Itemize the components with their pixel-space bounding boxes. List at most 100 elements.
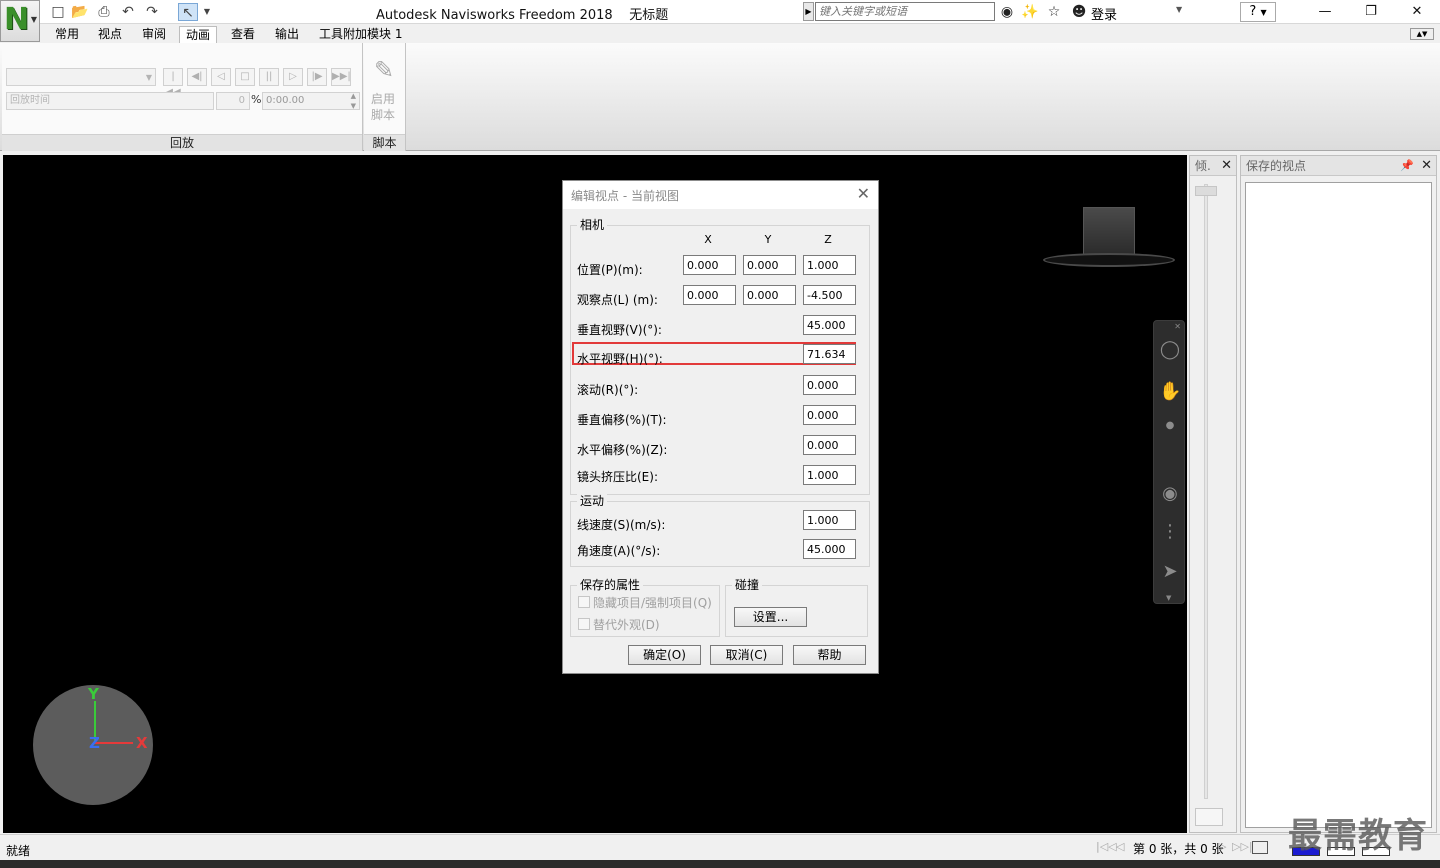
tab-output[interactable]: 输出 — [269, 26, 305, 43]
play-reverse-icon[interactable]: ◁ — [211, 68, 231, 86]
steering-wheel-icon[interactable]: ◯ — [1159, 339, 1181, 361]
tilt-slider-thumb[interactable] — [1195, 186, 1217, 196]
script-scroll-icon[interactable]: ✎ — [370, 55, 398, 85]
horizontal-offset-field[interactable] — [803, 435, 856, 455]
collision-settings-button[interactable]: 设置... — [734, 607, 807, 627]
look-at-z-field[interactable] — [803, 285, 856, 305]
rewind-icon[interactable]: |◀◀ — [163, 68, 183, 98]
open-file-icon[interactable]: 📂 — [70, 3, 90, 21]
linear-speed-field[interactable] — [803, 510, 856, 530]
position-label: 位置(P)(m): — [577, 263, 643, 277]
pause-icon[interactable]: || — [259, 68, 279, 86]
help-dropdown-icon: ▼ — [1260, 8, 1267, 17]
position-y-field[interactable] — [743, 255, 796, 275]
horizontal-fov-field[interactable] — [803, 344, 856, 364]
saved-viewpoints-close-icon[interactable]: ✕ — [1421, 156, 1432, 176]
playback-panel-label: 回放 — [2, 134, 362, 151]
override-appearance-checkbox[interactable] — [578, 618, 590, 630]
navbar-options-icon[interactable]: ▼ — [1166, 594, 1171, 602]
step-forward-icon[interactable]: |▶ — [307, 68, 327, 86]
ok-button[interactable]: 确定(O) — [628, 645, 701, 665]
stop-icon[interactable]: □ — [235, 68, 255, 86]
vertical-offset-field[interactable] — [803, 405, 856, 425]
fast-forward-icon[interactable]: ▶▶| — [331, 68, 351, 86]
look-at-y-field[interactable] — [743, 285, 796, 305]
playback-time-field[interactable]: 0:00.00 ▲ ▼ — [262, 92, 360, 110]
minimize-icon[interactable]: — — [1302, 0, 1348, 24]
step-back-icon[interactable]: ◀| — [187, 68, 207, 86]
help-dialog-button[interactable]: 帮助 — [793, 645, 866, 665]
tab-animation[interactable]: 动画 — [179, 26, 218, 43]
tab-review[interactable]: 审阅 — [136, 26, 172, 43]
navisworks-logo-icon: N — [4, 2, 30, 37]
position-z-field[interactable] — [803, 255, 856, 275]
login-dropdown-icon[interactable]: ▼ — [1176, 5, 1182, 14]
hide-required-checkbox[interactable] — [578, 596, 590, 608]
communication-center-icon[interactable]: ✨ — [1020, 3, 1040, 21]
vertical-fov-field[interactable] — [803, 315, 856, 335]
prev-sheet-icon[interactable]: ◁ — [1116, 840, 1124, 853]
tab-tool-addins[interactable]: 工具附加模块 1 — [313, 26, 408, 43]
search-input[interactable] — [815, 2, 995, 21]
enable-script-button[interactable]: 启用 脚本 — [364, 91, 402, 123]
undo-icon[interactable]: ↶ — [118, 3, 138, 21]
dialog-close-icon[interactable]: ✕ — [857, 184, 870, 203]
help-button[interactable]: ? ▼ — [1240, 2, 1276, 22]
select-cursor-icon[interactable]: ➤ — [1159, 561, 1181, 583]
edit-viewpoint-dialog: 编辑视点 - 当前视图 ✕ 相机 X Y Z 位置(P)(m): 观察点(L) … — [562, 180, 879, 674]
zoom-dot-icon[interactable]: ● — [1159, 415, 1181, 437]
collision-group-label: 碰撞 — [732, 577, 763, 593]
lens-squeeze-field[interactable] — [803, 465, 856, 485]
redo-icon[interactable]: ↷ — [142, 3, 162, 21]
tilt-panel-title: 倾. — [1195, 159, 1211, 173]
pin-icon[interactable]: 📌 — [1400, 156, 1414, 176]
position-x-field[interactable] — [683, 255, 736, 275]
favorites-star-icon[interactable]: ☆ — [1044, 3, 1064, 21]
roll-field[interactable] — [803, 375, 856, 395]
login-link[interactable]: 登录 — [1091, 4, 1117, 23]
playback-time-slider[interactable]: 回放时间 — [6, 92, 214, 110]
select-arrow-icon[interactable]: ↖ — [178, 3, 198, 21]
roll-label: 滚动(R)(°): — [577, 383, 639, 397]
tab-view[interactable]: 查看 — [225, 26, 261, 43]
cancel-button[interactable]: 取消(C) — [710, 645, 783, 665]
look-at-x-field[interactable] — [683, 285, 736, 305]
first-sheet-icon[interactable]: |◁◁ — [1096, 840, 1117, 853]
pan-hand-icon[interactable]: ✋ — [1159, 381, 1181, 403]
document-title: 无标题 — [629, 8, 669, 23]
axis-x-label: X — [136, 734, 148, 752]
search-expand-icon[interactable]: ▶ — [803, 2, 814, 21]
tilt-panel-close-icon[interactable]: ✕ — [1221, 156, 1232, 176]
saved-viewpoints-list[interactable] — [1245, 182, 1432, 828]
quick-access-dropdown-icon[interactable]: ▼ — [200, 3, 214, 21]
last-sheet-icon[interactable]: ▷▷| — [1232, 840, 1253, 853]
viewcube-compass-ring[interactable] — [1043, 253, 1175, 267]
walk-footprints-icon[interactable]: ⋮ — [1159, 521, 1181, 543]
orbit-eye-icon[interactable]: ◉ — [1159, 483, 1181, 505]
sheet-browser-icon[interactable] — [1252, 841, 1268, 854]
tilt-slider-track[interactable] — [1204, 184, 1208, 799]
tab-viewpoint[interactable]: 视点 — [92, 26, 128, 43]
title-bar: □ 📂 ⎙ ↶ ↷ ↖ ▼ Autodesk Navisworks Freedo… — [0, 0, 1440, 24]
time-spinner-icon[interactable]: ▲ ▼ — [351, 91, 356, 111]
new-file-icon[interactable]: □ — [48, 3, 68, 21]
close-icon[interactable]: ✕ — [1394, 0, 1440, 24]
tab-home[interactable]: 常用 — [49, 26, 85, 43]
angular-speed-field[interactable] — [803, 539, 856, 559]
override-appearance-label: 替代外观(D) — [593, 618, 660, 632]
axis-z-label: Z — [89, 734, 100, 752]
play-icon[interactable]: ▷ — [283, 68, 303, 86]
ribbon-minimize-icon[interactable]: ▲▼ — [1410, 28, 1434, 40]
restore-icon[interactable]: ❐ — [1348, 0, 1394, 24]
binoculars-icon[interactable]: ◉ — [997, 3, 1017, 21]
animation-select[interactable]: ▼ — [6, 68, 156, 86]
print-icon[interactable]: ⎙ — [94, 3, 114, 21]
viewcube-icon[interactable] — [1083, 207, 1135, 257]
tilt-reset-button[interactable] — [1195, 808, 1223, 826]
next-sheet-icon[interactable]: ▷ — [1218, 840, 1226, 853]
playback-panel: ▼ |◀◀ ◀| ◁ □ || ▷ |▶ ▶▶| 回放时间 0 % 0:00.0… — [2, 43, 363, 151]
app-menu-caret-icon: ▼ — [30, 15, 37, 24]
navbar-close-icon[interactable]: ✕ — [1174, 322, 1181, 331]
playback-percent-field[interactable]: 0 — [216, 92, 250, 110]
application-menu-button[interactable]: N ▼ — [0, 0, 40, 42]
